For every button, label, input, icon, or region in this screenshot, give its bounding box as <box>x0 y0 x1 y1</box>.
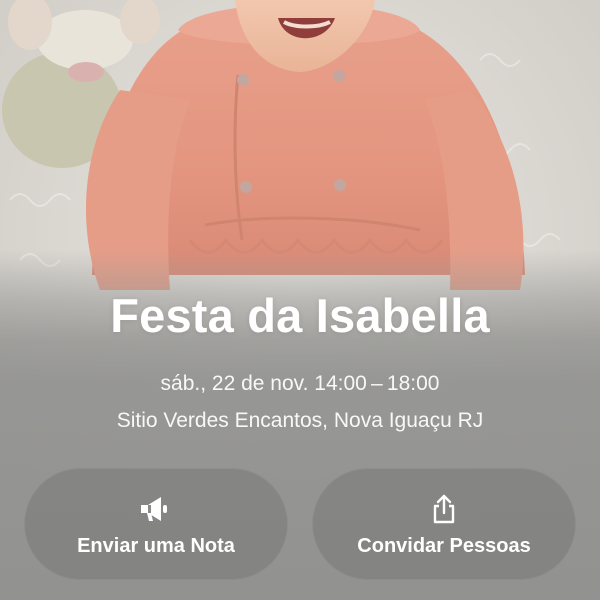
event-title: Festa da Isabella <box>110 289 490 342</box>
megaphone-icon <box>25 493 287 525</box>
invite-people-label: Convidar Pessoas <box>357 535 531 557</box>
event-datetime: sáb., 22 de nov. 14:00 – 18:00 <box>160 372 440 395</box>
send-note-label: Enviar uma Nota <box>77 535 235 557</box>
share-icon <box>313 493 575 525</box>
event-location: Sitio Verdes Encantos, Nova Iguaçu RJ <box>116 409 484 432</box>
send-note-button[interactable]: Enviar uma Nota <box>24 468 288 580</box>
invite-people-button[interactable]: Convidar Pessoas <box>312 468 576 580</box>
invite-screen: Festa da Isabella sáb., 22 de nov. 14:00… <box>0 0 600 600</box>
